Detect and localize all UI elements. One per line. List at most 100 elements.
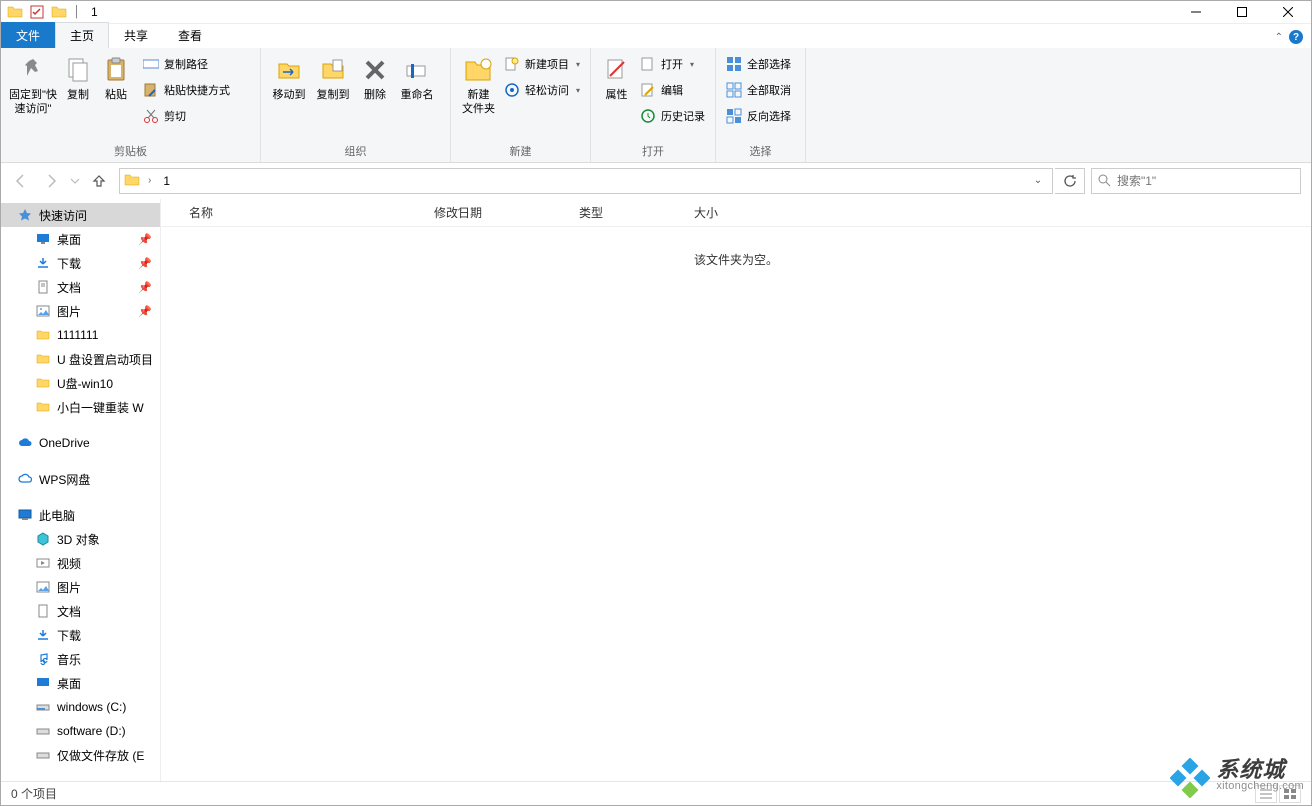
star-icon: [17, 207, 33, 223]
view-large-icons-button[interactable]: [1279, 785, 1301, 803]
pin-icon: 📌: [138, 233, 152, 246]
easy-access-button[interactable]: 轻松访问▾: [500, 79, 584, 101]
sidebar-item-videos[interactable]: 视频: [1, 551, 160, 575]
sidebar-item-3d-objects[interactable]: 3D 对象: [1, 527, 160, 551]
breadcrumb-separator[interactable]: ›: [142, 175, 157, 186]
sidebar-item-downloads[interactable]: 下载📌: [1, 251, 160, 275]
easy-access-icon: [504, 82, 520, 98]
properties-icon: [601, 54, 633, 86]
ribbon-tabs: 文件 主页 共享 查看 ⌃ ?: [1, 24, 1311, 48]
sidebar-item-drive-e[interactable]: 仅做文件存放 (E: [1, 743, 160, 767]
copy-to-button[interactable]: 复制到: [311, 52, 355, 102]
new-item-icon: [504, 56, 520, 72]
group-label-new: 新建: [451, 143, 590, 162]
new-item-button[interactable]: 新建项目▾: [500, 53, 584, 75]
pin-to-quick-access-button[interactable]: 固定到"快 速访问": [7, 52, 59, 116]
tab-view[interactable]: 查看: [163, 22, 217, 48]
copy-icon: [62, 54, 94, 86]
collapse-ribbon-icon[interactable]: ⌃: [1275, 32, 1283, 43]
new-folder-button[interactable]: 新建 文件夹: [457, 52, 500, 116]
close-button[interactable]: [1265, 1, 1311, 23]
sidebar-item-desktop2[interactable]: 桌面: [1, 671, 160, 695]
sidebar-item-drive-c[interactable]: windows (C:): [1, 695, 160, 719]
sidebar-item-folder-1[interactable]: 1111111: [1, 323, 160, 347]
navigation-bar: › 1 ⌄: [1, 163, 1311, 199]
qat-properties-icon[interactable]: [27, 2, 47, 22]
status-item-count: 0 个项目: [11, 785, 57, 802]
column-type[interactable]: 类型: [571, 204, 686, 221]
properties-button[interactable]: 属性: [597, 52, 636, 102]
sidebar-item-documents[interactable]: 文档📌: [1, 275, 160, 299]
sidebar-item-wps[interactable]: WPS网盘: [1, 467, 160, 491]
search-icon: [1098, 174, 1111, 187]
pin-icon: 📌: [138, 281, 152, 294]
paste-button[interactable]: 粘贴: [97, 52, 135, 102]
sidebar-item-quick-access[interactable]: 快速访问: [1, 203, 160, 227]
sidebar-item-this-pc[interactable]: 此电脑: [1, 503, 160, 527]
forward-button[interactable]: [37, 168, 65, 194]
copy-button[interactable]: 复制: [59, 52, 97, 102]
tab-file[interactable]: 文件: [1, 22, 55, 48]
group-label-select: 选择: [716, 143, 805, 162]
sidebar-item-folder-3[interactable]: U盘-win10: [1, 371, 160, 395]
address-bar[interactable]: › 1 ⌄: [119, 168, 1053, 194]
view-details-button[interactable]: [1255, 785, 1277, 803]
breadcrumb-item[interactable]: 1: [157, 174, 176, 188]
ribbon: 固定到"快 速访问" 复制 粘贴 复制路径 粘贴快捷方式 剪切 剪贴板: [1, 48, 1311, 163]
status-bar: 0 个项目: [1, 781, 1311, 805]
search-input[interactable]: [1117, 174, 1294, 188]
qat-dropdown-icon[interactable]: │: [71, 2, 83, 22]
content-pane: 名称 ⌃ 修改日期 类型 大小 该文件夹为空。: [161, 199, 1311, 781]
select-none-button[interactable]: 全部取消: [722, 79, 795, 101]
edit-button[interactable]: 编辑: [636, 79, 709, 101]
sidebar-item-folder-4[interactable]: 小白一键重装 W: [1, 395, 160, 419]
address-dropdown-icon[interactable]: ⌄: [1028, 175, 1048, 186]
rename-icon: [401, 54, 433, 86]
paste-icon: [100, 54, 132, 86]
tab-home[interactable]: 主页: [55, 22, 109, 48]
sidebar-item-desktop[interactable]: 桌面📌: [1, 227, 160, 251]
help-icon[interactable]: ?: [1289, 30, 1303, 44]
sidebar-item-folder-2[interactable]: U 盘设置启动项目: [1, 347, 160, 371]
document-icon: [35, 603, 51, 619]
select-all-button[interactable]: 全部选择: [722, 53, 795, 75]
move-to-button[interactable]: 移动到: [267, 52, 311, 102]
drive-icon: [35, 723, 51, 739]
sidebar-item-onedrive[interactable]: OneDrive: [1, 431, 160, 455]
back-button[interactable]: [7, 168, 35, 194]
sidebar-item-downloads2[interactable]: 下载: [1, 623, 160, 647]
move-to-icon: [273, 54, 305, 86]
picture-icon: [35, 579, 51, 595]
tab-share[interactable]: 共享: [109, 22, 163, 48]
up-button[interactable]: [85, 168, 113, 194]
sidebar-item-music[interactable]: 音乐: [1, 647, 160, 671]
column-size[interactable]: 大小: [686, 204, 776, 221]
sidebar-item-pictures2[interactable]: 图片: [1, 575, 160, 599]
invert-selection-button[interactable]: 反向选择: [722, 105, 795, 127]
paste-shortcut-button[interactable]: 粘贴快捷方式: [139, 79, 234, 101]
maximize-button[interactable]: [1219, 1, 1265, 23]
minimize-button[interactable]: [1173, 1, 1219, 23]
sidebar-item-pictures[interactable]: 图片📌: [1, 299, 160, 323]
refresh-button[interactable]: [1055, 168, 1085, 194]
group-label-open: 打开: [591, 143, 715, 162]
cut-button[interactable]: 剪切: [139, 105, 234, 127]
navigation-tree[interactable]: 快速访问 桌面📌 下载📌 文档📌 图片📌 1111111 U 盘设置启动项目 U…: [1, 199, 161, 781]
sidebar-item-drive-d[interactable]: software (D:): [1, 719, 160, 743]
column-date[interactable]: 修改日期: [426, 204, 571, 221]
open-button[interactable]: 打开▾: [636, 53, 709, 75]
delete-button[interactable]: 删除: [355, 52, 395, 102]
sidebar-item-documents2[interactable]: 文档: [1, 599, 160, 623]
download-icon: [35, 627, 51, 643]
recent-locations-button[interactable]: [67, 168, 83, 194]
column-headers: 名称 ⌃ 修改日期 类型 大小: [161, 199, 1311, 227]
open-icon: [640, 56, 656, 72]
rename-button[interactable]: 重命名: [395, 52, 439, 102]
copy-path-button[interactable]: 复制路径: [139, 53, 234, 75]
history-button[interactable]: 历史记录: [636, 105, 709, 127]
music-icon: [35, 651, 51, 667]
desktop-icon: [35, 231, 51, 247]
column-name[interactable]: 名称: [181, 204, 426, 221]
search-box[interactable]: [1091, 168, 1301, 194]
sort-indicator-icon: ⌃: [456, 207, 464, 218]
